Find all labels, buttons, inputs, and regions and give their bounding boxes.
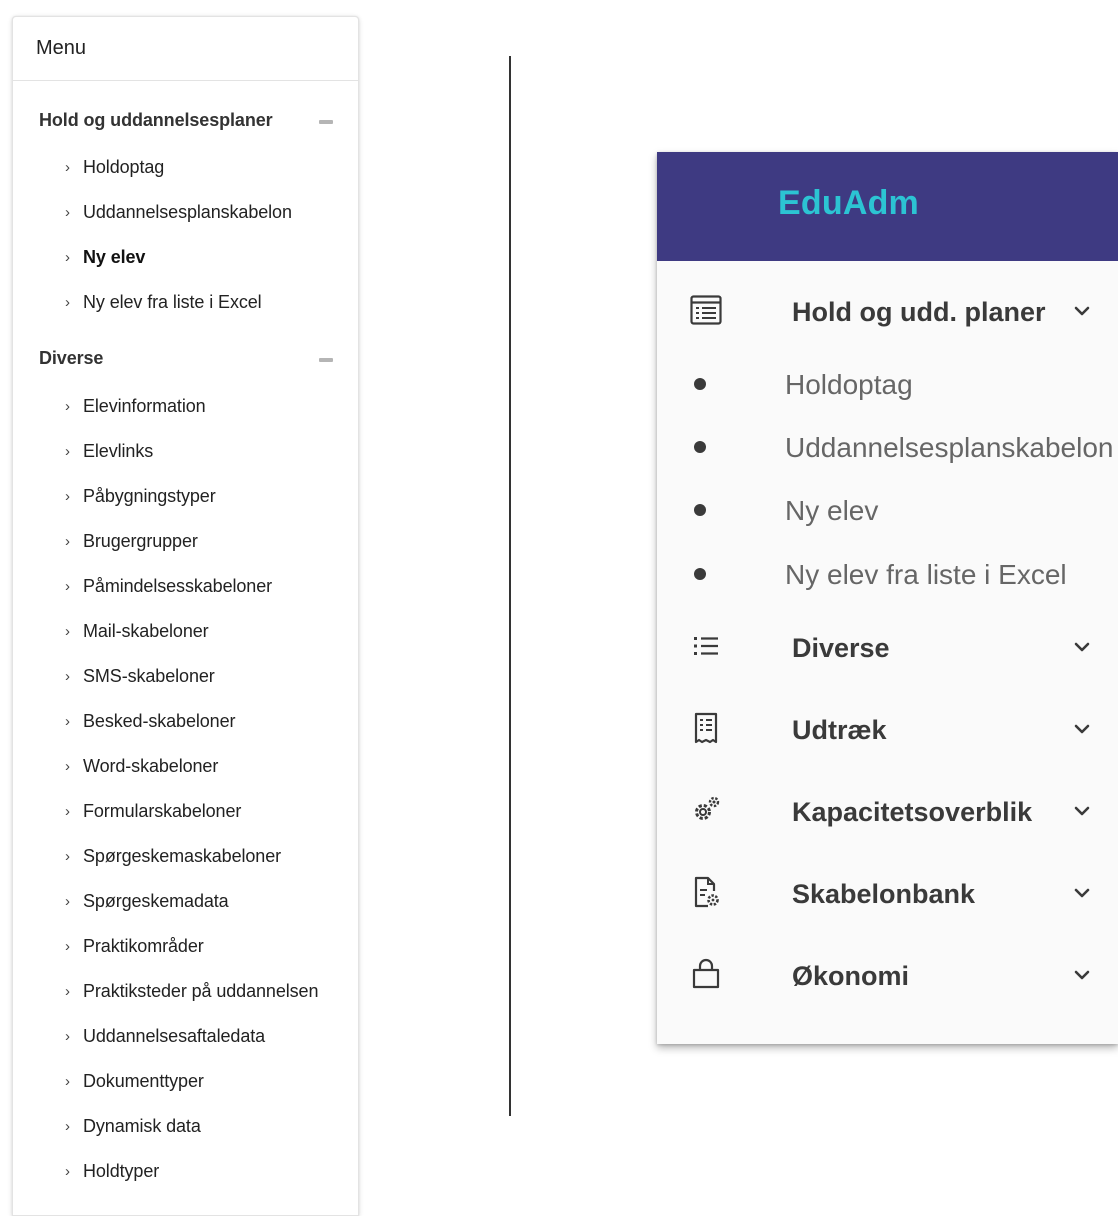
comparison-divider: [509, 56, 511, 1116]
chevron-right-icon: ›: [65, 487, 70, 505]
old-menu-header: Menu: [13, 17, 358, 81]
shopping-bag-icon: [687, 955, 725, 993]
old-menu-item[interactable]: › Elevinformation: [65, 392, 206, 420]
bullet-icon: [694, 441, 706, 453]
submenu-item[interactable]: Ny elev: [785, 495, 878, 527]
chevron-right-icon: ›: [65, 293, 70, 311]
chevron-right-icon: ›: [65, 397, 70, 415]
chevron-right-icon: ›: [65, 892, 70, 910]
submenu-item[interactable]: Holdoptag: [785, 369, 913, 401]
old-menu-item[interactable]: › Ny elev fra liste i Excel: [65, 288, 262, 316]
chevron-right-icon: ›: [65, 982, 70, 1000]
chevron-right-icon: ›: [65, 802, 70, 820]
old-menu-item[interactable]: › Praktiksteder på uddannelsen: [65, 977, 318, 1005]
old-menu-item[interactable]: › Holdtyper: [65, 1157, 159, 1185]
chevron-right-icon: ›: [65, 622, 70, 640]
old-menu-item[interactable]: › Uddannelsesplanskabelon: [65, 198, 292, 226]
chevron-right-icon: ›: [65, 667, 70, 685]
old-menu-item-active[interactable]: › Ny elev: [65, 243, 145, 271]
chevron-down-icon[interactable]: [1071, 882, 1093, 904]
bullet-icon: [694, 378, 706, 390]
collapse-icon[interactable]: [319, 120, 333, 124]
chevron-right-icon: ›: [65, 248, 70, 266]
old-menu-item[interactable]: › Besked-skabeloner: [65, 707, 235, 735]
chevron-right-icon: ›: [65, 1162, 70, 1180]
old-menu-title: Menu: [36, 37, 87, 59]
chevron-right-icon: ›: [65, 532, 70, 550]
old-menu-item[interactable]: › Dynamisk data: [65, 1112, 201, 1140]
chevron-right-icon: ›: [65, 847, 70, 865]
chevron-right-icon: ›: [65, 1117, 70, 1135]
brand-header: EduAdm: [657, 152, 1118, 261]
chevron-right-icon: ›: [65, 712, 70, 730]
old-menu-item[interactable]: › Dokumenttyper: [65, 1067, 204, 1095]
old-menu-panel: Menu Hold og uddannelsesplaner › Holdopta…: [12, 16, 359, 1216]
old-menu-item[interactable]: › Brugergrupper: [65, 527, 198, 555]
chevron-right-icon: ›: [65, 203, 70, 221]
old-section-title-hold[interactable]: Hold og uddannelsesplaner: [39, 110, 273, 131]
submenu-item[interactable]: Ny elev fra liste i Excel: [785, 559, 1067, 591]
chevron-right-icon: ›: [65, 937, 70, 955]
menu-group-hold[interactable]: Hold og udd. planer: [792, 297, 1045, 328]
old-menu-item[interactable]: › Praktikområder: [65, 932, 204, 960]
menu-group-kapacitetsoverblik[interactable]: Kapacitetsoverblik: [792, 797, 1032, 828]
list-table-icon: [687, 291, 725, 329]
menu-group-udtraek[interactable]: Udtræk: [792, 715, 887, 746]
eduadm-menu-panel: EduAdm Hold og udd. planer Holdoptag Udd…: [657, 152, 1118, 1044]
old-menu-item[interactable]: › Påmindelsesskabeloner: [65, 572, 272, 600]
old-menu-item[interactable]: › Spørgeskemadata: [65, 887, 229, 915]
submenu-item[interactable]: Uddannelsesplanskabelon: [785, 432, 1113, 464]
old-menu-item[interactable]: › SMS-skabeloner: [65, 662, 215, 690]
menu-group-diverse[interactable]: Diverse: [792, 633, 890, 664]
brand-logo-text: EduAdm: [778, 184, 919, 222]
bullet-icon: [694, 504, 706, 516]
gears-icon: [687, 791, 725, 829]
chevron-right-icon: ›: [65, 757, 70, 775]
document-settings-icon: [687, 873, 725, 911]
old-menu-item[interactable]: › Spørgeskemaskabeloner: [65, 842, 281, 870]
receipt-icon: [687, 709, 725, 747]
menu-group-oekonomi[interactable]: Økonomi: [792, 961, 909, 992]
chevron-down-icon[interactable]: [1071, 636, 1093, 658]
old-menu-item[interactable]: › Påbygningstyper: [65, 482, 216, 510]
collapse-icon[interactable]: [319, 358, 333, 362]
old-section-title-diverse[interactable]: Diverse: [39, 348, 103, 369]
chevron-down-icon[interactable]: [1071, 964, 1093, 986]
chevron-right-icon: ›: [65, 1027, 70, 1045]
chevron-right-icon: ›: [65, 1072, 70, 1090]
chevron-down-icon[interactable]: [1071, 718, 1093, 740]
old-menu-item[interactable]: › Formularskabeloner: [65, 797, 241, 825]
old-menu-item[interactable]: › Uddannelsesaftaledata: [65, 1022, 265, 1050]
bullet-icon: [694, 568, 706, 580]
menu-group-skabelonbank[interactable]: Skabelonbank: [792, 879, 975, 910]
chevron-down-icon[interactable]: [1071, 800, 1093, 822]
bullet-list-icon: [687, 627, 725, 665]
old-menu-item[interactable]: › Mail-skabeloner: [65, 617, 209, 645]
chevron-down-icon[interactable]: [1071, 300, 1093, 322]
old-menu-item[interactable]: › Holdoptag: [65, 153, 164, 181]
chevron-right-icon: ›: [65, 442, 70, 460]
chevron-right-icon: ›: [65, 158, 70, 176]
old-menu-item[interactable]: › Word-skabeloner: [65, 752, 218, 780]
chevron-right-icon: ›: [65, 577, 70, 595]
old-menu-item[interactable]: › Elevlinks: [65, 437, 153, 465]
